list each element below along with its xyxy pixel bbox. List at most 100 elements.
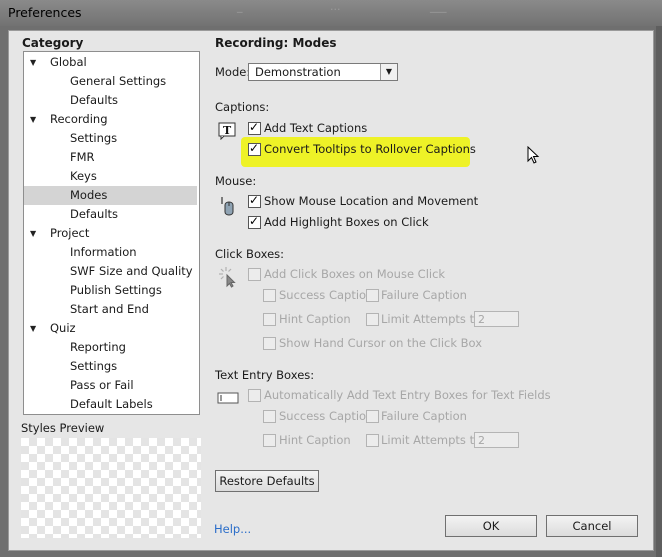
add-text-captions-label: Add Text Captions: [264, 121, 368, 135]
category-item[interactable]: General Settings: [24, 72, 197, 91]
category-item[interactable]: ▼ Global: [24, 53, 197, 72]
category-item-label: Information: [70, 245, 137, 259]
click-hint-caption-checkbox[interactable]: [263, 313, 276, 326]
text-entry-boxes-label: Text Entry Boxes:: [215, 368, 315, 382]
category-item[interactable]: Defaults: [24, 91, 197, 110]
category-item[interactable]: Modes: [24, 186, 197, 205]
click-limit-attempts-label: Limit Attempts to: [381, 312, 482, 326]
expand-arrow-icon[interactable]: ▼: [30, 53, 36, 72]
entry-limit-attempts-checkbox[interactable]: [366, 434, 379, 447]
highlight-boxes-checkbox[interactable]: ✓: [248, 214, 261, 229]
category-item-label: General Settings: [70, 74, 167, 88]
add-click-boxes-checkbox[interactable]: [248, 268, 261, 281]
convert-tooltips-label: Convert Tooltips to Rollover Captions: [264, 142, 476, 156]
category-item[interactable]: FMR: [24, 148, 197, 167]
help-link[interactable]: Help...: [214, 522, 251, 536]
entry-limit-attempts-input[interactable]: 2: [474, 432, 519, 448]
entry-failure-caption-checkbox[interactable]: [366, 410, 379, 423]
text-caption-icon: T: [217, 122, 237, 141]
click-failure-caption-label: Failure Caption: [381, 288, 467, 302]
expand-arrow-icon[interactable]: ▼: [30, 319, 36, 338]
background-fragment: ___: [430, 0, 447, 13]
mode-select[interactable]: Demonstration ▼: [248, 63, 398, 81]
category-item-label: Project: [50, 226, 90, 240]
category-item-label: Modes: [70, 188, 108, 202]
click-boxes-label: Click Boxes:: [215, 247, 285, 261]
styles-preview-label: Styles Preview: [21, 421, 105, 435]
category-item-label: FMR: [70, 150, 95, 164]
chevron-down-icon[interactable]: ▼: [380, 64, 397, 80]
page-title: Recording: Modes: [215, 36, 337, 50]
category-item-label: Defaults: [70, 207, 119, 221]
convert-tooltips-checkbox[interactable]: ✓: [248, 141, 261, 156]
ok-button[interactable]: OK: [445, 515, 537, 537]
category-item[interactable]: Keys: [24, 167, 197, 186]
category-item[interactable]: Settings: [24, 357, 197, 376]
mode-label: Mode:: [215, 65, 251, 79]
category-item-label: SWF Size and Quality: [70, 264, 193, 278]
show-mouse-location-label: Show Mouse Location and Movement: [264, 194, 479, 208]
auto-add-text-entry-label: Automatically Add Text Entry Boxes for T…: [264, 388, 551, 402]
cancel-button[interactable]: Cancel: [546, 515, 638, 537]
mouse-label: Mouse:: [215, 174, 257, 188]
show-hand-cursor-checkbox[interactable]: [263, 337, 276, 350]
mouse-icon: [219, 195, 239, 219]
click-hint-caption-label: Hint Caption: [279, 312, 351, 326]
category-item-label: Settings: [70, 131, 118, 145]
add-click-boxes-label: Add Click Boxes on Mouse Click: [264, 267, 446, 281]
category-item-label: Publish Settings: [70, 283, 162, 297]
mouse-cursor-icon: [527, 145, 541, 166]
click-limit-attempts-checkbox[interactable]: [366, 313, 379, 326]
category-item-label: Pass or Fail: [70, 378, 134, 392]
category-item[interactable]: Information: [24, 243, 197, 262]
category-tree[interactable]: ▼ Global General Settings Defaults ▼ Recordin…: [23, 51, 200, 415]
category-item-label: Quiz: [50, 321, 76, 335]
category-item-label: Start and End: [70, 302, 149, 316]
category-item-label: Keys: [70, 169, 97, 183]
category-item[interactable]: Pass or Fail: [24, 376, 197, 395]
category-item[interactable]: Reporting: [24, 338, 197, 357]
category-item[interactable]: Publish Settings: [24, 281, 197, 300]
entry-success-caption-checkbox[interactable]: [263, 410, 276, 423]
background-fragment: ...: [330, 0, 341, 13]
category-item-label: Recording: [50, 112, 108, 126]
entry-limit-attempts-label: Limit Attempts to: [381, 433, 482, 447]
entry-hint-caption-checkbox[interactable]: [263, 434, 276, 447]
expand-arrow-icon[interactable]: ▼: [30, 110, 36, 129]
click-limit-attempts-input[interactable]: 2: [474, 311, 519, 327]
expand-arrow-icon[interactable]: ▼: [30, 224, 36, 243]
show-mouse-location-checkbox[interactable]: ✓: [248, 193, 261, 208]
restore-defaults-button[interactable]: Restore Defaults: [215, 470, 319, 492]
window-title: Preferences: [8, 5, 82, 20]
text-entry-icon: [217, 391, 239, 405]
entry-failure-caption-label: Failure Caption: [381, 409, 467, 423]
category-item-label: Defaults: [70, 93, 119, 107]
category-item[interactable]: Start and End: [24, 300, 197, 319]
background-fragment: _: [237, 0, 243, 13]
category-item[interactable]: ▼ Project: [24, 224, 197, 243]
show-hand-cursor-label: Show Hand Cursor on the Click Box: [279, 336, 483, 350]
category-item-label: Global: [50, 55, 87, 69]
click-success-caption-label: Success Caption: [279, 288, 374, 302]
entry-hint-caption-label: Hint Caption: [279, 433, 351, 447]
title-bar: Preferences _ ... ___: [0, 0, 662, 27]
category-item[interactable]: ▼ Recording: [24, 110, 197, 129]
category-item-label: Reporting: [70, 340, 126, 354]
click-box-icon: [218, 266, 240, 288]
styles-preview: [21, 438, 201, 538]
category-item[interactable]: Defaults: [24, 205, 197, 224]
captions-label: Captions:: [215, 100, 270, 114]
auto-add-text-entry-checkbox[interactable]: [248, 389, 261, 402]
highlight-boxes-label: Add Highlight Boxes on Click: [264, 215, 429, 229]
category-item[interactable]: SWF Size and Quality: [24, 262, 197, 281]
category-item[interactable]: Settings: [24, 129, 197, 148]
category-item-label: Default Labels: [70, 397, 153, 411]
category-item-label: Settings: [70, 359, 118, 373]
click-failure-caption-checkbox[interactable]: [366, 289, 379, 302]
add-text-captions-checkbox[interactable]: ✓: [248, 120, 261, 135]
click-success-caption-checkbox[interactable]: [263, 289, 276, 302]
mode-value: Demonstration: [255, 65, 341, 79]
category-item[interactable]: Default Labels: [24, 395, 197, 414]
category-item[interactable]: ▼ Quiz: [24, 319, 197, 338]
category-header: Category: [22, 36, 84, 50]
